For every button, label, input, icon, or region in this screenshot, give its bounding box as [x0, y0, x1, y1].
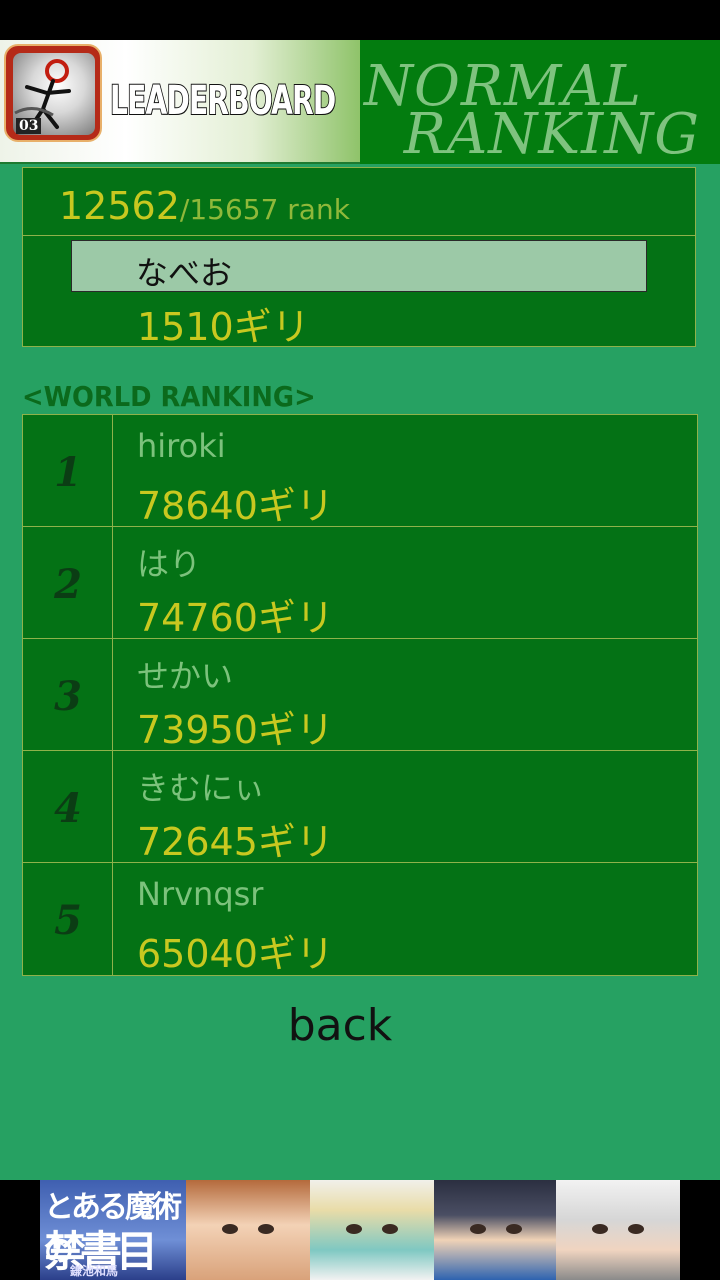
ranking-row: 4 きむにぃ 72645ギリ: [23, 751, 697, 864]
player-score: 72645ギリ: [137, 820, 334, 864]
player-score: 74760ギリ: [137, 596, 334, 640]
ad-character-art: [556, 1180, 680, 1280]
rank-number-cell: 4: [23, 751, 113, 862]
rank-number: 2: [54, 561, 82, 608]
my-score: 1510ギリ: [137, 305, 310, 349]
rank-number-cell: 2: [23, 527, 113, 638]
player-name: せかい: [137, 657, 234, 695]
rank-number: 4: [54, 785, 82, 832]
badge-number: 03: [16, 118, 42, 134]
player-score: 65040ギリ: [137, 932, 334, 976]
rank-number-cell: 1: [23, 415, 113, 526]
my-rank-row: 12562/15657 rank: [23, 168, 695, 236]
ranking-mode-panel: NORMAL RANKING: [360, 40, 720, 167]
player-score: 78640ギリ: [137, 484, 334, 528]
rank-number-cell: 3: [23, 639, 113, 750]
ranking-row: 3 せかい 73950ギリ: [23, 639, 697, 752]
back-button[interactable]: back: [250, 998, 430, 1058]
ranking-row: 2 はり 74760ギリ: [23, 527, 697, 640]
my-name: なべお: [136, 254, 233, 292]
world-ranking-heading: <WORLD RANKING>: [22, 380, 316, 413]
ad-title-logo: とある魔術の 禁書目録 鎌池和馬: [40, 1180, 186, 1280]
my-rank-panel: 12562/15657 rank なべお 1510ギリ: [22, 167, 696, 349]
ad-character-art: [434, 1180, 556, 1280]
status-bar: [0, 0, 720, 40]
rank-number: 1: [54, 449, 82, 496]
character-face: [464, 1220, 528, 1250]
ranking-row: 5 Nrvnqsr 65040ギリ: [23, 863, 697, 976]
rank-number-cell: 5: [23, 863, 113, 975]
mode-title-line2: RANKING: [403, 102, 700, 167]
my-rank-value: 12562/15657 rank: [59, 184, 350, 228]
game-icon: 03: [4, 44, 102, 142]
leaderboard-title: LEADERBOARD: [109, 77, 337, 125]
player-name: Nrvnqsr: [137, 875, 264, 913]
character-face: [340, 1220, 404, 1250]
ad-title-line3: 鎌池和馬: [70, 1264, 119, 1278]
my-name-bar: なべお: [71, 240, 647, 292]
ad-character-art: [310, 1180, 434, 1280]
ranking-row: 1 hiroki 78640ギリ: [23, 415, 697, 528]
my-rank-number: 12562: [59, 184, 180, 228]
ad-character-art: [186, 1180, 310, 1280]
character-face: [586, 1220, 650, 1250]
player-name: はり: [137, 545, 202, 583]
world-ranking-table: 1 hiroki 78640ギリ 2 はり 74760ギリ 3 せかい 7395…: [22, 414, 698, 976]
character-face: [216, 1220, 280, 1250]
player-name: きむにぃ: [137, 769, 266, 807]
leaderboard-screen: 03 LEADERBOARD NORMAL RANKING 12562/1565…: [0, 0, 720, 1280]
header-banner: 03 LEADERBOARD: [0, 40, 360, 164]
player-name: hiroki: [137, 427, 226, 465]
player-score: 73950ギリ: [137, 708, 334, 752]
rank-number: 5: [54, 897, 82, 944]
rank-number: 3: [54, 673, 82, 720]
my-rank-total: /15657 rank: [179, 193, 350, 226]
ad-banner[interactable]: とある魔術の 禁書目録 鎌池和馬: [0, 1180, 720, 1280]
